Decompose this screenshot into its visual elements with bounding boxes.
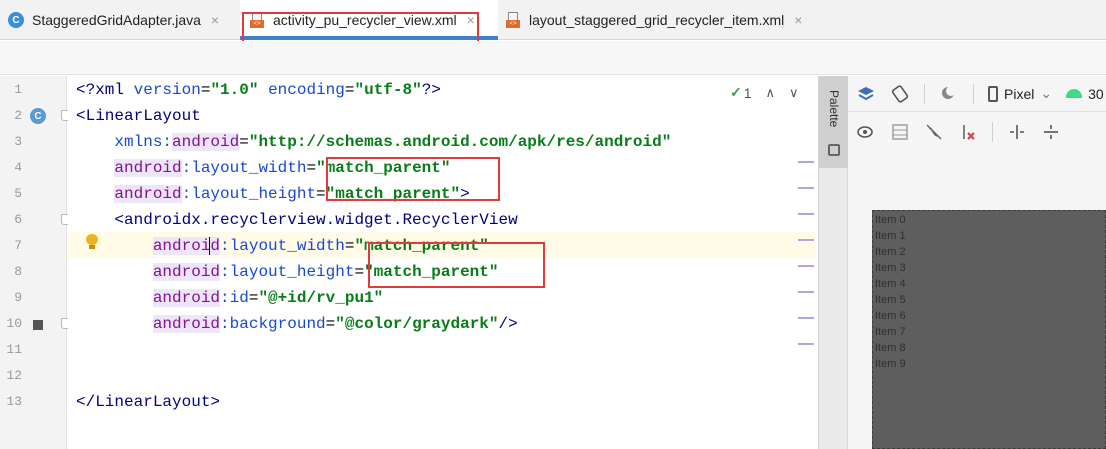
tab-label: activity_pu_recycler_view.xml	[273, 12, 457, 28]
stripe-mark[interactable]	[798, 213, 814, 215]
tab-activity-pu-recycler-view[interactable]: <> activity_pu_recycler_view.xml ×	[240, 0, 498, 40]
java-class-icon: C	[8, 12, 24, 28]
code-editor[interactable]: <?xml version="1.0" encoding="utf-8"?> <…	[68, 76, 818, 449]
palette-tab[interactable]: Palette	[819, 76, 848, 168]
preview-item: Item 7	[875, 326, 906, 338]
inspection-count: 1	[743, 84, 752, 101]
line-number: 10	[6, 316, 22, 331]
preview-item: Item 1	[875, 230, 906, 242]
code-line-1: <?xml version="1.0" encoding="utf-8"?>	[76, 81, 441, 99]
android-icon[interactable]	[1066, 89, 1083, 98]
tab-label: StaggeredGridAdapter.java	[32, 12, 201, 28]
design-preview-pane: Pixel ⌄ 30 Item 0 Item 1 Item 2 Item 3 I…	[848, 76, 1106, 449]
palette-icon	[828, 144, 840, 156]
code-line-4: android:layout_width="match_parent"	[114, 159, 451, 177]
close-icon[interactable]: ×	[211, 12, 219, 28]
code-line-3: xmlns:android="http://schemas.android.co…	[114, 133, 672, 151]
code-line-9: android:id="@+id/rv_pu1"	[152, 289, 384, 307]
palette-side-panel: Palette	[818, 76, 848, 449]
line-number: 2	[14, 108, 22, 123]
design-toolbar: Pixel ⌄ 30	[848, 76, 1106, 112]
preview-item: Item 6	[875, 310, 906, 322]
phone-icon	[988, 85, 998, 102]
tab-label: layout_staggered_grid_recycler_item.xml	[529, 12, 785, 28]
class-marker-icon[interactable]: C	[30, 108, 46, 124]
stripe-mark[interactable]	[798, 317, 814, 319]
editor-tab-bar: C StaggeredGridAdapter.java × <> activit…	[0, 0, 1106, 40]
code-line-7: android:layout_width="match_parent"	[152, 236, 489, 255]
stripe-mark[interactable]	[798, 343, 814, 345]
breakpoint-marker-icon[interactable]	[33, 320, 43, 330]
preview-item: Item 8	[875, 342, 906, 354]
clear-constraints-icon[interactable]	[958, 122, 978, 142]
device-label: Pixel	[1004, 85, 1035, 102]
autoconnect-off-icon[interactable]	[924, 122, 944, 142]
line-number-gutter: 1 2 3 4 5 6 7 8 9 10 11 12 13 C	[0, 76, 71, 449]
line-number: 12	[6, 368, 22, 383]
error-stripe[interactable]	[798, 76, 818, 449]
preview-item: Item 4	[875, 278, 906, 290]
line-number: 6	[14, 212, 22, 227]
guideline-vertical-icon[interactable]	[1007, 122, 1027, 142]
preview-item: Item 3	[875, 262, 906, 274]
preview-item: Item 9	[875, 358, 906, 370]
stripe-mark[interactable]	[798, 161, 814, 163]
device-selector[interactable]: Pixel ⌄	[988, 85, 1052, 102]
line-number: 13	[6, 394, 22, 409]
preview-item: Item 5	[875, 294, 906, 306]
tab-layout-staggered-grid-item[interactable]: <> layout_staggered_grid_recycler_item.x…	[506, 0, 826, 40]
code-line-2: <LinearLayout	[76, 107, 201, 125]
palette-label: Palette	[827, 90, 841, 128]
close-icon[interactable]: ×	[467, 12, 475, 28]
line-number: 1	[14, 82, 22, 97]
close-icon[interactable]: ×	[794, 12, 802, 28]
code-line-13: </LinearLayout>	[76, 393, 221, 411]
editor-breadcrumb-strip	[0, 41, 1106, 75]
layers-icon[interactable]	[856, 84, 876, 104]
line-number: 5	[14, 186, 22, 201]
lightbulb-icon[interactable]	[85, 234, 99, 250]
code-line-5: android:layout_height="match_parent">	[114, 185, 470, 203]
stripe-mark[interactable]	[798, 291, 814, 293]
orientation-icon[interactable]	[890, 84, 910, 104]
code-line-8: android:layout_height="match_parent"	[152, 263, 499, 281]
chevron-down-icon: ⌄	[1040, 85, 1053, 101]
code-line-10: android:background="@color/graydark"/>	[152, 315, 518, 333]
stripe-mark[interactable]	[798, 265, 814, 267]
api-level[interactable]: 30	[1088, 86, 1104, 102]
inspection-widget[interactable]: ✓ 1 ∧ ∨	[730, 84, 799, 101]
line-number: 7	[14, 238, 22, 253]
night-mode-icon[interactable]	[939, 84, 959, 104]
code-line-6: <androidx.recyclerview.widget.RecyclerVi…	[76, 211, 518, 229]
guideline-horizontal-icon[interactable]	[1041, 122, 1061, 142]
previous-highlight-icon[interactable]: ∧	[766, 85, 776, 101]
layout-preview-canvas[interactable]: Item 0 Item 1 Item 2 Item 3 Item 4 Item …	[872, 210, 1106, 449]
inspection-check-icon: ✓	[730, 84, 742, 100]
preview-item: Item 2	[875, 246, 906, 258]
line-number: 3	[14, 134, 22, 149]
blueprint-icon[interactable]	[890, 122, 910, 142]
toolbar-divider	[992, 122, 993, 142]
line-number: 8	[14, 264, 22, 279]
tab-staggered-grid-adapter[interactable]: C StaggeredGridAdapter.java ×	[8, 0, 240, 40]
toolbar-divider	[973, 83, 974, 104]
xml-file-icon: <>	[250, 12, 265, 28]
stripe-mark[interactable]	[798, 239, 814, 241]
toolbar-divider	[924, 83, 925, 104]
line-number: 11	[6, 342, 22, 357]
stripe-mark[interactable]	[798, 187, 814, 189]
preview-item: Item 0	[875, 214, 906, 226]
design-toolbar-secondary	[848, 114, 1106, 150]
xml-file-icon: <>	[506, 12, 521, 28]
view-options-icon[interactable]	[856, 122, 876, 142]
line-number: 9	[14, 290, 22, 305]
line-number: 4	[14, 160, 22, 175]
